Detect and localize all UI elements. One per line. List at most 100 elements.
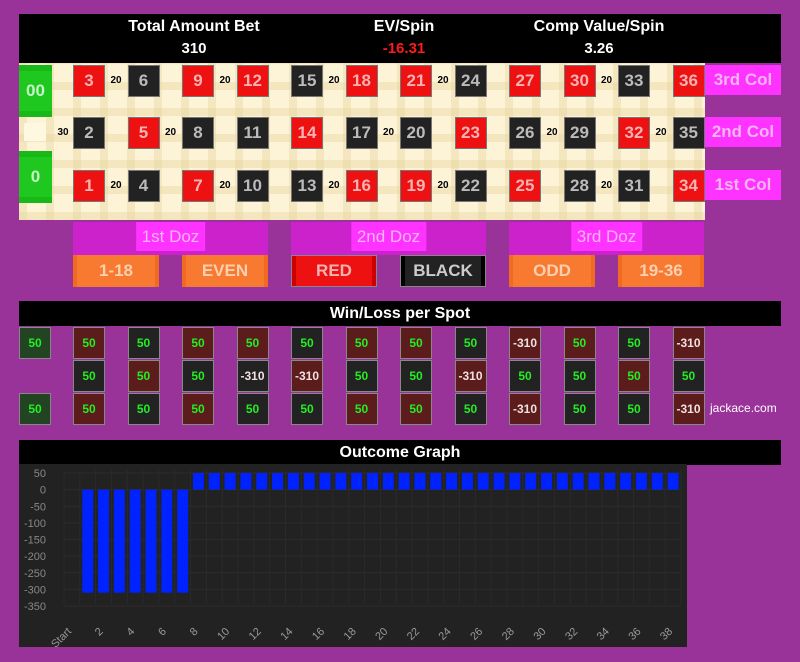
outcome-bar — [335, 473, 347, 490]
number-34[interactable]: 34 — [672, 170, 705, 202]
spot-36: -310 — [672, 327, 705, 359]
number-28[interactable]: 28 — [563, 170, 596, 202]
chip[interactable]: 20 — [379, 127, 399, 138]
number-2[interactable]: 2 — [73, 117, 105, 149]
outside-bet-red[interactable]: RED — [291, 255, 377, 287]
spot-21: 50 — [400, 327, 432, 359]
number-33[interactable]: 33 — [618, 65, 650, 97]
outcome-bar — [651, 473, 663, 490]
zero-0[interactable]: 0 — [19, 151, 52, 203]
spot-4: 50 — [127, 393, 160, 425]
number-26[interactable]: 26 — [509, 117, 541, 149]
zero-00[interactable]: 00 — [19, 65, 52, 117]
number-18[interactable]: 18 — [345, 65, 378, 97]
y-tick-label: -50 — [30, 501, 46, 513]
number-21[interactable]: 21 — [400, 65, 432, 97]
zero-split-spot[interactable] — [24, 123, 46, 141]
comp-value-amount: 3.26 — [584, 40, 614, 57]
number-19[interactable]: 19 — [400, 170, 432, 202]
outside-bet-1-18[interactable]: 1-18 — [73, 255, 159, 287]
chip[interactable]: 20 — [215, 75, 235, 86]
number-15[interactable]: 15 — [291, 65, 323, 97]
y-tick-label: -300 — [24, 584, 46, 596]
y-tick-label: -150 — [24, 535, 46, 547]
column-bet-1st[interactable]: 1st Col — [705, 170, 781, 200]
number-23[interactable]: 23 — [454, 117, 487, 149]
spot-13: 50 — [291, 393, 323, 425]
chip[interactable]: 20 — [542, 127, 562, 138]
brand-link[interactable]: jackace.com — [710, 401, 777, 415]
number-16[interactable]: 16 — [345, 170, 378, 202]
number-27[interactable]: 27 — [509, 65, 541, 97]
number-32[interactable]: 32 — [618, 117, 650, 149]
outcome-bar — [635, 473, 647, 490]
spot-12: 50 — [236, 327, 269, 359]
chip[interactable]: 20 — [651, 127, 671, 138]
number-13[interactable]: 13 — [291, 170, 323, 202]
spot-17: 50 — [345, 360, 378, 392]
number-4[interactable]: 4 — [127, 170, 160, 202]
spot-25: -310 — [509, 393, 541, 425]
spot-11: -310 — [236, 360, 269, 392]
number-9[interactable]: 9 — [182, 65, 214, 97]
number-14[interactable]: 14 — [291, 117, 323, 149]
number-25[interactable]: 25 — [509, 170, 541, 202]
number-31[interactable]: 31 — [618, 170, 650, 202]
number-6[interactable]: 6 — [127, 65, 160, 97]
outside-bet-odd[interactable]: ODD — [509, 255, 595, 287]
chip[interactable]: 20 — [324, 75, 344, 86]
number-8[interactable]: 8 — [182, 117, 214, 149]
column-bet-3rd[interactable]: 3rd Col — [705, 65, 781, 95]
chip[interactable]: 30 — [53, 127, 73, 138]
number-3[interactable]: 3 — [73, 65, 105, 97]
comp-value: Comp Value/Spin 3.26 — [499, 16, 699, 60]
spot-28: 50 — [563, 393, 596, 425]
outcome-bar — [414, 473, 426, 490]
outcome-bar — [256, 473, 268, 490]
outcome-bar — [208, 473, 220, 490]
chip[interactable]: 20 — [433, 75, 453, 86]
outcome-bar — [620, 473, 632, 490]
number-10[interactable]: 10 — [236, 170, 269, 202]
number-29[interactable]: 29 — [563, 117, 596, 149]
chip[interactable]: 20 — [161, 127, 181, 138]
number-35[interactable]: 35 — [672, 117, 705, 149]
outside-bet-19-36[interactable]: 19-36 — [618, 255, 704, 287]
chip[interactable]: 20 — [324, 180, 344, 191]
number-30[interactable]: 30 — [563, 65, 596, 97]
spot-23: -310 — [454, 360, 487, 392]
number-17[interactable]: 17 — [345, 117, 378, 149]
number-7[interactable]: 7 — [182, 170, 214, 202]
outcome-bar — [98, 489, 110, 593]
number-22[interactable]: 22 — [454, 170, 487, 202]
chip[interactable]: 20 — [106, 75, 126, 86]
chip[interactable]: 20 — [597, 180, 617, 191]
dozen-bet-3rd[interactable]: 3rd Doz — [509, 222, 704, 255]
spot-24: 50 — [454, 327, 487, 359]
number-5[interactable]: 5 — [127, 117, 160, 149]
spot-6: 50 — [127, 327, 160, 359]
outcome-bar — [145, 489, 157, 593]
outcome-bar — [398, 473, 410, 490]
chip[interactable]: 20 — [597, 75, 617, 86]
outcome-bar — [177, 489, 189, 593]
chip[interactable]: 20 — [215, 180, 235, 191]
chip[interactable]: 20 — [106, 180, 126, 191]
outside-bet-even[interactable]: EVEN — [182, 255, 268, 287]
spot-9: 50 — [182, 327, 214, 359]
y-tick-label: 50 — [34, 468, 46, 480]
number-36[interactable]: 36 — [672, 65, 705, 97]
number-24[interactable]: 24 — [454, 65, 487, 97]
number-1[interactable]: 1 — [73, 170, 105, 202]
outcome-bar — [382, 473, 394, 490]
dozen-bet-2nd[interactable]: 2nd Doz — [291, 222, 486, 255]
number-12[interactable]: 12 — [236, 65, 269, 97]
chip[interactable]: 20 — [433, 180, 453, 191]
number-20[interactable]: 20 — [400, 117, 432, 149]
outside-bet-black[interactable]: BLACK — [400, 255, 486, 287]
dozen-bet-1st[interactable]: 1st Doz — [73, 222, 268, 255]
column-bet-2nd[interactable]: 2nd Col — [705, 117, 781, 147]
number-11[interactable]: 11 — [236, 117, 269, 149]
outcome-bar — [572, 473, 584, 490]
outcome-bar — [303, 473, 315, 490]
